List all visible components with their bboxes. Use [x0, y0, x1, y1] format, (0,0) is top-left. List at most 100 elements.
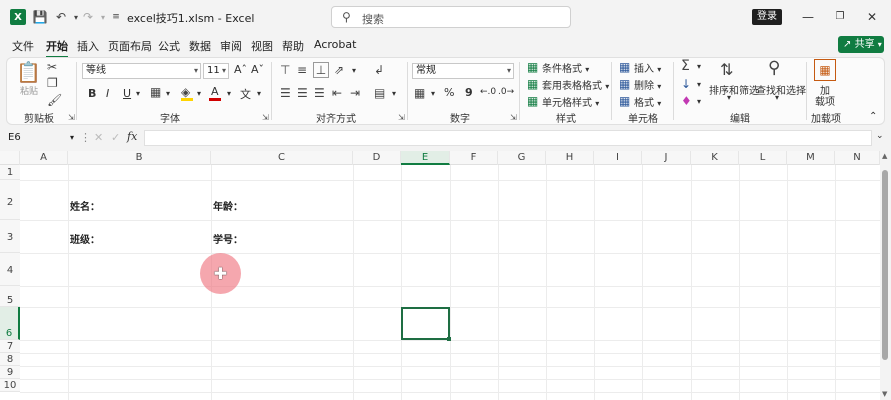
row-header-4[interactable]: 4 [0, 253, 20, 286]
font-launcher-icon[interactable]: ⇲ [262, 113, 269, 122]
format-as-table-button[interactable]: 套用表格格式 ▾ [542, 77, 609, 92]
confirm-entry-icon[interactable]: ✓ [111, 131, 120, 144]
decrease-decimal-icon[interactable]: .0→ [498, 87, 514, 97]
close-icon[interactable]: ✕ [864, 9, 880, 25]
merge-dropdown-icon[interactable]: ▾ [392, 89, 396, 98]
worksheet-grid[interactable] [0, 151, 891, 400]
find-dropdown-icon[interactable]: ▾ [775, 93, 779, 102]
tab-insert[interactable]: 插入 [77, 38, 99, 54]
column-header-a[interactable]: A [20, 151, 68, 165]
row-header-9[interactable]: 9 [0, 366, 20, 379]
comma-button[interactable]: 9 [465, 86, 473, 99]
fill-color-icon[interactable]: ◈ [181, 85, 190, 99]
cell-c3[interactable]: 学号： [213, 231, 243, 246]
select-all-corner[interactable] [0, 151, 20, 165]
percent-button[interactable]: % [444, 86, 454, 99]
cell-c2[interactable]: 年龄： [213, 198, 243, 213]
clear-dropdown-icon[interactable]: ▾ [697, 97, 701, 106]
share-button[interactable]: ↗ 共享 ▾ [838, 36, 884, 53]
customize-quick-access-icon[interactable]: ≡ [108, 9, 124, 25]
column-header-n[interactable]: N [835, 151, 880, 165]
align-bottom-icon[interactable]: ⊥ [313, 62, 329, 78]
row-header-2[interactable]: 2 [0, 180, 20, 220]
paste-icon[interactable]: 📋 [16, 60, 41, 84]
italic-button[interactable]: I [106, 87, 109, 100]
phonetic-icon[interactable]: 文 [240, 86, 251, 102]
orientation-dropdown-icon[interactable]: ▾ [352, 66, 356, 75]
column-header-k[interactable]: K [691, 151, 739, 165]
formula-input[interactable] [144, 130, 872, 146]
column-header-i[interactable]: I [594, 151, 642, 165]
more-options-icon[interactable]: ⋮ [80, 131, 91, 144]
increase-font-icon[interactable]: Aˆ [234, 63, 247, 76]
underline-dropdown-icon[interactable]: ▾ [136, 89, 140, 98]
column-header-c[interactable]: C [211, 151, 353, 165]
column-header-j[interactable]: J [642, 151, 691, 165]
row-header-7[interactable]: 7 [0, 340, 20, 353]
increase-decimal-icon[interactable]: ←.0 [480, 87, 496, 97]
fill-dropdown-icon[interactable]: ▾ [697, 80, 701, 89]
restore-icon[interactable]: ❐ [832, 9, 848, 25]
insert-function-button[interactable]: fx [127, 130, 137, 143]
sort-filter-button[interactable]: 排序和筛选 [709, 82, 759, 97]
active-cell-selection[interactable] [401, 307, 451, 341]
fill-dropdown-icon[interactable]: ▾ [197, 89, 201, 98]
column-header-d[interactable]: D [353, 151, 401, 165]
align-middle-icon[interactable]: ≡ [297, 63, 307, 77]
decrease-font-icon[interactable]: Aˇ [251, 63, 264, 76]
format-painter-icon[interactable]: 🖌 [47, 93, 62, 107]
column-header-b[interactable]: B [68, 151, 211, 165]
row-header-5[interactable]: 5 [0, 286, 20, 307]
tab-file[interactable]: 文件 [12, 38, 34, 54]
column-header-m[interactable]: M [787, 151, 835, 165]
bold-button[interactable]: B [88, 87, 96, 100]
number-launcher-icon[interactable]: ⇲ [510, 113, 517, 122]
increase-indent-icon[interactable]: ⇥ [350, 86, 360, 100]
cell-b3[interactable]: 班级： [70, 231, 100, 246]
tab-review[interactable]: 审阅 [220, 38, 242, 54]
column-header-g[interactable]: G [498, 151, 546, 165]
alignment-launcher-icon[interactable]: ⇲ [398, 113, 405, 122]
tab-home[interactable]: 开始 [46, 38, 68, 58]
fill-icon[interactable]: ↓ [681, 77, 691, 91]
find-select-button[interactable]: 查找和选择 [756, 82, 806, 97]
font-color-dropdown-icon[interactable]: ▾ [227, 89, 231, 98]
autosum-dropdown-icon[interactable]: ▾ [697, 62, 701, 71]
wrap-text-icon[interactable]: ↲ [374, 63, 384, 77]
insert-cells-button[interactable]: 插入 ▾ [634, 60, 661, 75]
column-header-l[interactable]: L [739, 151, 787, 165]
clear-icon[interactable]: ♦ [681, 94, 692, 108]
format-cells-button[interactable]: 格式 ▾ [634, 94, 661, 109]
row-header-1[interactable]: 1 [0, 165, 20, 180]
delete-cells-button[interactable]: 删除 ▾ [634, 77, 661, 92]
merge-center-icon[interactable]: ▤ [374, 86, 385, 100]
accounting-format-icon[interactable]: ▦ [414, 86, 425, 100]
underline-button[interactable]: U [123, 87, 131, 100]
font-name-combo[interactable]: 等线 ▾ [82, 63, 201, 79]
cell-b2[interactable]: 姓名： [70, 198, 100, 213]
cancel-entry-icon[interactable]: ✕ [94, 131, 103, 144]
cell-styles-button[interactable]: 单元格样式 ▾ [542, 94, 599, 109]
align-top-icon[interactable]: ⊤ [280, 63, 290, 77]
phonetic-dropdown-icon[interactable]: ▾ [257, 89, 261, 98]
row-header-6[interactable]: 6 [0, 307, 20, 340]
borders-dropdown-icon[interactable]: ▾ [166, 89, 170, 98]
redo-icon[interactable]: ↷ [80, 9, 96, 25]
borders-icon[interactable]: ▦ [150, 85, 161, 99]
scroll-down-icon[interactable]: ▼ [882, 390, 887, 398]
collapse-ribbon-icon[interactable]: ⌃ [869, 111, 877, 122]
decrease-indent-icon[interactable]: ⇤ [332, 86, 342, 100]
add-ins-icon[interactable]: ▦ [814, 59, 836, 81]
tab-acrobat[interactable]: Acrobat [314, 38, 356, 51]
autosum-icon[interactable]: Σ [681, 58, 690, 74]
search-box[interactable]: ⚲ 搜索 [331, 6, 571, 28]
tab-view[interactable]: 视图 [251, 38, 273, 54]
paste-label[interactable]: 粘贴 [20, 84, 38, 97]
tab-page-layout[interactable]: 页面布局 [108, 38, 152, 54]
sort-dropdown-icon[interactable]: ▾ [727, 93, 731, 102]
minimize-icon[interactable]: — [800, 9, 816, 25]
row-header-10[interactable]: 10 [0, 379, 20, 392]
number-format-combo[interactable]: 常规 ▾ [412, 63, 514, 79]
orientation-icon[interactable]: ⇗ [334, 63, 344, 77]
align-right-icon[interactable]: ☰ [314, 86, 325, 100]
